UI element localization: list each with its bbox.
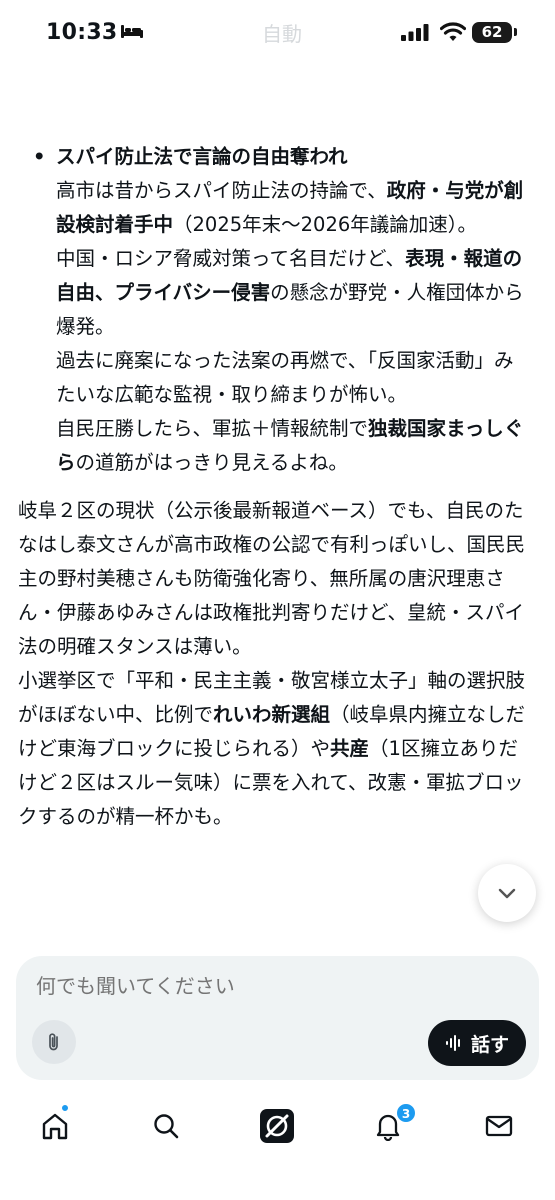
battery-icon: 62 xyxy=(472,22,512,43)
mail-icon xyxy=(485,1115,513,1137)
bold-text: れいわ新選組 xyxy=(213,703,331,726)
text: （2025年末〜2026年議論加速）。 xyxy=(173,213,478,236)
composer: 話す xyxy=(16,956,539,1080)
nav-search[interactable] xyxy=(146,1106,186,1146)
bullet-title: スパイ防止法で言論の自由奪われ xyxy=(56,145,348,168)
bullet-paragraph-1: 高市は昔からスパイ防止法の持論で、政府・与党が創設検討着手中（2025年末〜20… xyxy=(56,174,529,242)
scroll-down-button[interactable] xyxy=(478,864,536,922)
attach-button[interactable] xyxy=(32,1020,76,1064)
chevron-down-icon xyxy=(498,888,516,899)
bottom-nav xyxy=(0,1100,555,1150)
bullet-marker: • xyxy=(33,145,46,168)
bullet-item: • スパイ防止法で言論の自由奪われ 高市は昔からスパイ防止法の持論で、政府・与党… xyxy=(0,140,555,480)
bullet-paragraph-2: 中国・ロシア脅威対策って名目だけど、表現・報道の自由、プライバシー侵害の懸念が野… xyxy=(56,242,529,344)
text: 高市は昔からスパイ防止法の持論で、 xyxy=(56,179,387,202)
wifi-icon xyxy=(440,22,466,41)
grok-icon xyxy=(260,1109,294,1143)
battery-tip xyxy=(514,28,517,36)
paragraph-text: 岐阜２区の現状（公示後最新報道ベース）でも、自民のたなはし泰文さんが高市政権の公… xyxy=(18,499,526,658)
paragraph-2: 小選挙区で「平和・民主主義・敬宮様立太子」軸の選択肢がほぼない中、比例でれいわ新… xyxy=(18,664,531,834)
mode-label: 自動 xyxy=(262,22,302,46)
search-icon xyxy=(154,1114,179,1139)
paperclip-icon xyxy=(49,1033,58,1051)
screen: 10:33 自動 62 • スパイ防止法で言論の自由奪われ 高市は昔からスパイ防 xyxy=(0,0,555,1200)
status-time: 10:33 xyxy=(46,20,118,45)
signal-icon xyxy=(401,24,429,41)
response-content: • スパイ防止法で言論の自由奪われ 高市は昔からスパイ防止法の持論で、政府・与党… xyxy=(0,140,555,834)
battery-level: 62 xyxy=(481,23,503,41)
waveform-icon xyxy=(445,1035,460,1051)
notification-count-badge: 3 xyxy=(396,1103,416,1123)
home-icon xyxy=(42,1113,68,1140)
bullet-paragraph-4: 自民圧勝したら、軍拡＋情報統制で独裁国家まっしぐらの道筋がはっきり見えるよね。 xyxy=(56,412,529,480)
nav-messages[interactable] xyxy=(479,1106,519,1146)
status-bar: 10:33 自動 62 xyxy=(0,0,555,64)
home-new-dot xyxy=(61,1104,69,1112)
speak-button[interactable]: 話す xyxy=(428,1020,526,1066)
sleep-icon xyxy=(121,25,143,38)
bold-text: 共産 xyxy=(330,737,370,760)
nav-grok[interactable] xyxy=(257,1106,297,1146)
speak-label: 話す xyxy=(470,1033,509,1056)
bullet-paragraph-3: 過去に廃案になった法案の再燃で、「反国家活動」みたいな広範な監視・取り締まりが怖… xyxy=(56,349,514,406)
paragraph-1: 岐阜２区の現状（公示後最新報道ベース）でも、自民のたなはし泰文さんが高市政権の公… xyxy=(0,494,555,834)
text: 中国・ロシア脅威対策って名目だけど、 xyxy=(56,247,406,270)
prompt-input[interactable] xyxy=(36,974,496,998)
text: の道筋がはっきり見えるよね。 xyxy=(75,451,348,474)
scroll-fade xyxy=(0,900,555,950)
text: 自民圧勝したら、軍拡＋情報統制で xyxy=(56,417,369,440)
nav-home[interactable] xyxy=(35,1106,75,1146)
